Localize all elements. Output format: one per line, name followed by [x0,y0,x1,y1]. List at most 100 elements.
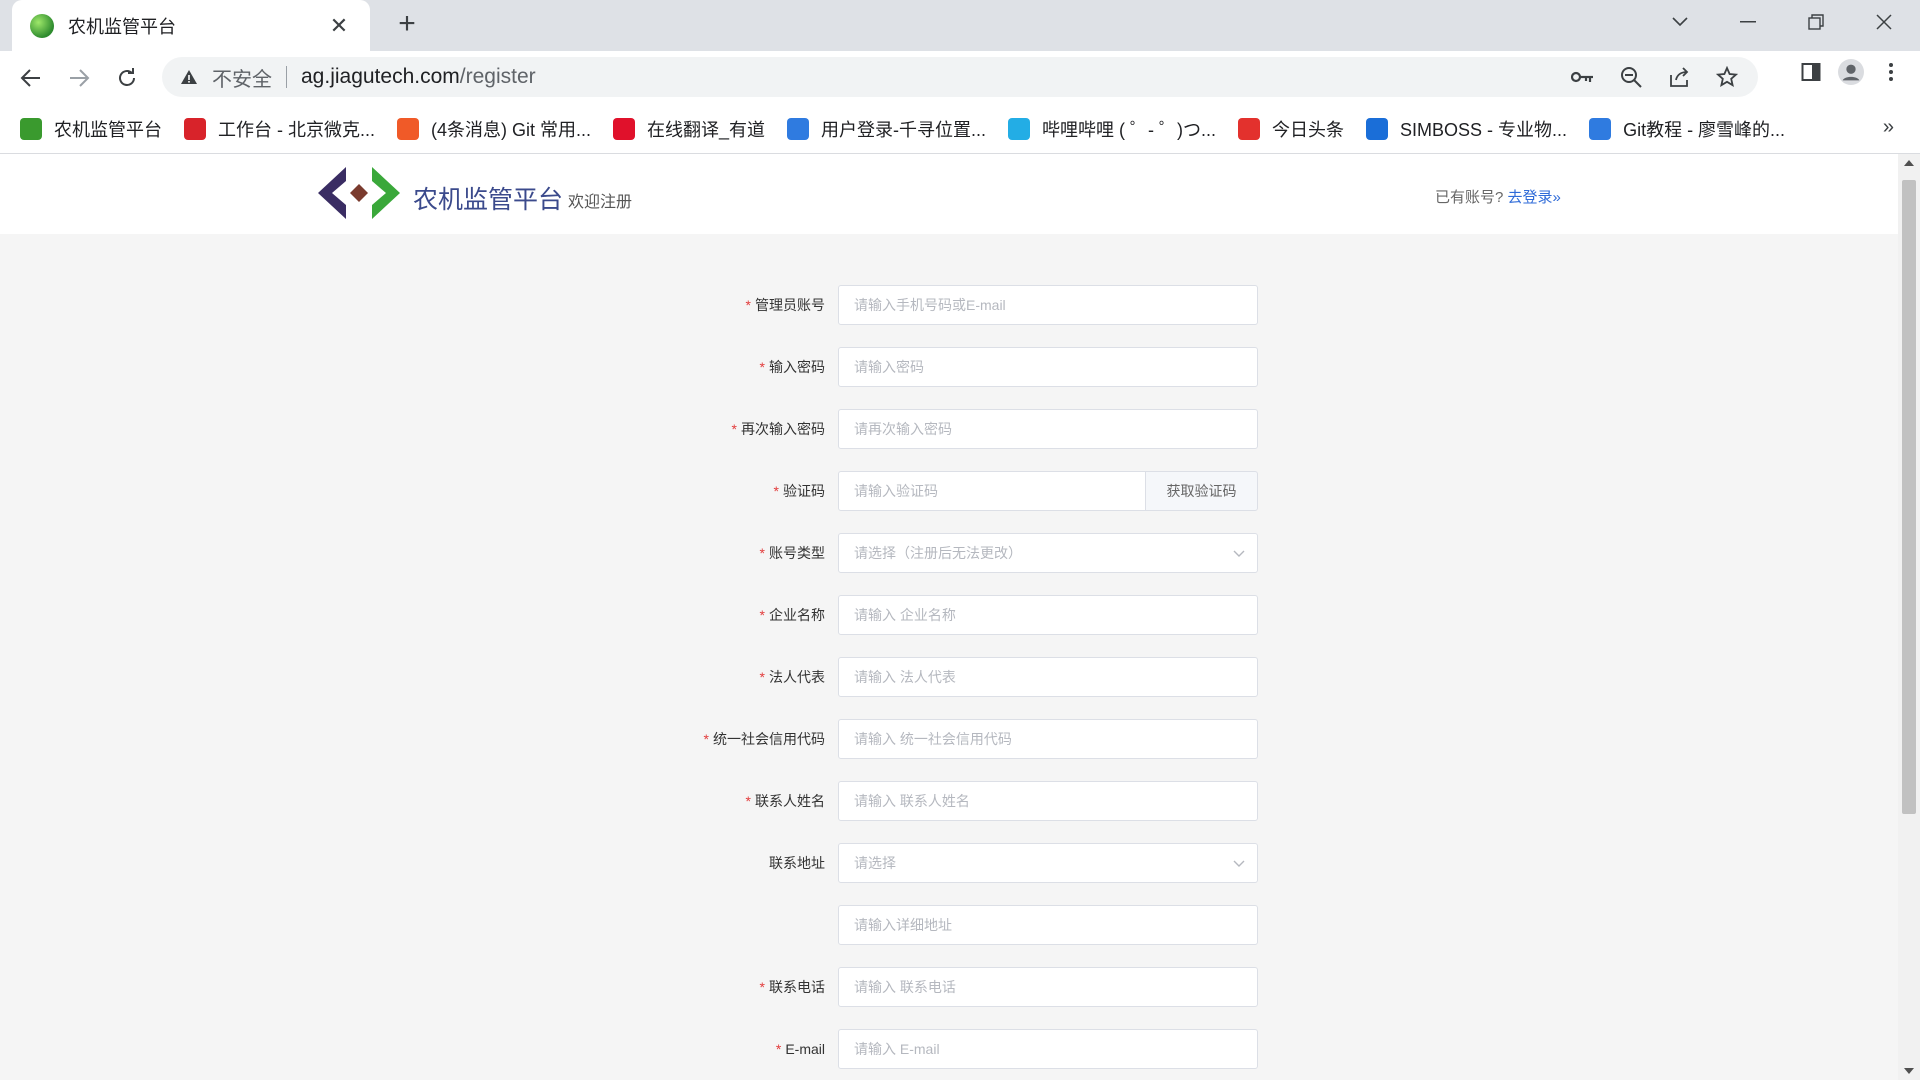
bookmark-item[interactable]: SIMBOSS - 专业物... [1366,116,1567,142]
label-credit-code: * 统一社会信用代码 [704,719,825,759]
captcha-input[interactable] [838,471,1146,511]
address-bar[interactable]: 不安全 ag.jiagutech.com/register [162,57,1758,97]
bookmark-favicon-icon [184,117,206,140]
key-icon[interactable] [1570,64,1596,90]
minimize-icon[interactable] [1714,0,1782,44]
account-type-select[interactable]: 请选择（注册后无法更改） [838,533,1258,573]
row-company-name: * 企业名称 [0,595,1898,635]
password-confirm-input[interactable] [838,409,1258,449]
contact-address-select[interactable]: 请选择 [838,843,1258,883]
required-mark: * [775,1041,782,1057]
login-hint: 已有账号? 去登录» [1435,186,1561,207]
bookmark-label: 在线翻译_有道 [647,119,766,140]
required-mark: * [773,483,779,499]
row-email: * E-mail [0,1029,1898,1069]
admin-account-input[interactable] [838,285,1258,325]
bookmark-favicon-icon [1366,117,1389,140]
label-contact-phone: * 联系电话 [760,967,825,1007]
row-captcha: *验证码 获取验证码 [0,471,1898,511]
scroll-up-icon[interactable] [1898,154,1920,172]
required-mark: * [759,359,765,375]
favicon-icon [30,13,54,38]
label-text: 联系电话 [769,979,825,995]
label-text: 联系人姓名 [755,793,825,809]
company-name-input[interactable] [838,595,1258,635]
row-account-type: * 账号类型 请选择（注册后无法更改） [0,533,1898,573]
label-contact-address: 联系地址 [769,843,825,883]
bookmark-favicon-icon [787,117,810,140]
url-text: ag.jiagutech.com/register [301,65,536,89]
bookmark-item[interactable]: 在线翻译_有道 [613,116,765,142]
contact-phone-input[interactable] [838,967,1258,1007]
required-mark: * [759,979,765,995]
label-text: 统一社会信用代码 [713,731,825,747]
new-tab-button[interactable]: + [390,8,424,42]
page-scrollbar[interactable] [1898,154,1920,1080]
scrollbar-thumb[interactable] [1902,180,1916,814]
bookmark-label: 工作台 - 北京微克... [218,119,375,140]
label-admin-account: * 管理员账号 [746,285,825,325]
bookmark-item[interactable]: Git教程 - 廖雪峰的... [1589,116,1785,142]
login-link[interactable]: 去登录» [1508,189,1561,206]
bookmark-item[interactable]: 今日头条 [1238,116,1344,142]
label-email: * E-mail [776,1029,825,1069]
label-text: 再次输入密码 [741,421,825,437]
detail-address-input[interactable] [838,905,1258,945]
contact-address-placeholder: 请选择 [854,855,896,871]
browser-toolbar: 不安全 ag.jiagutech.com/register [0,51,1920,104]
bookmark-favicon-icon [1589,117,1612,140]
omnibox-actions [1570,57,1740,97]
page-viewport: 农机监管平台 欢迎注册 已有账号? 去登录» *管理员账号 *输入密码 *再次输… [0,154,1898,1080]
site-header: 农机监管平台 欢迎注册 已有账号? 去登录» [0,154,1898,234]
restore-icon[interactable] [1782,0,1850,44]
bookmark-item[interactable]: 工作台 - 北京微克... [184,116,375,142]
contact-name-input[interactable] [838,781,1258,821]
url-path: /register [459,65,536,88]
bookmark-label: 农机监管平台 [54,119,162,140]
share-icon[interactable] [1666,64,1692,90]
bookmark-item[interactable]: 哔哩哔哩 ( ゜- ゜)つ... [1008,116,1216,142]
bookmark-item[interactable]: (4条消息) Git 常用... [397,116,591,142]
profile-avatar[interactable] [1838,59,1864,85]
back-icon[interactable] [12,59,50,97]
tab-active[interactable]: 农机监管平台 ✕ [12,0,370,51]
label-text: 企业名称 [769,607,825,623]
label-text: 法人代表 [769,669,825,685]
row-admin-account: * 管理员账号 [0,285,1898,325]
side-panel-icon[interactable] [1798,59,1824,85]
tab-close-icon[interactable]: ✕ [326,13,352,39]
bookmark-star-icon[interactable] [1714,64,1740,90]
close-window-icon[interactable] [1850,0,1918,44]
bookmark-item[interactable]: 农机监管平台 [20,116,162,142]
scroll-down-icon[interactable] [1898,1062,1920,1080]
email-input[interactable] [838,1029,1258,1069]
bookmark-favicon-icon [397,117,419,140]
required-mark: * [745,297,751,313]
required-mark: * [759,607,765,623]
credit-code-input[interactable] [838,719,1258,759]
label-text: 输入密码 [769,359,825,375]
legal-rep-input[interactable] [838,657,1258,697]
zoom-out-icon[interactable] [1618,64,1644,90]
toolbar-right [1798,59,1904,85]
bookmark-label: SIMBOSS - 专业物... [1400,119,1568,140]
required-mark: * [745,793,751,809]
tab-search-icon[interactable] [1646,0,1714,44]
label-text: 验证码 [783,483,825,499]
bookmark-item[interactable]: 用户登录-千寻位置... [787,116,986,142]
label-password-confirm: * 再次输入密码 [732,409,825,449]
menu-kebab-icon[interactable] [1878,59,1904,85]
bookmarks-more-icon[interactable]: » [1883,116,1894,139]
account-type-placeholder: 请选择（注册后无法更改） [854,545,1022,561]
bookmark-label: 今日头条 [1272,119,1345,140]
forward-icon[interactable] [60,59,98,97]
row-credit-code: * 统一社会信用代码 [0,719,1898,759]
brand-title: 农机监管平台 [413,186,564,214]
url-separator [286,66,287,88]
get-captcha-button[interactable]: 获取验证码 [1145,471,1258,511]
label-text: E-mail [785,1041,825,1057]
password-input[interactable] [838,347,1258,387]
logo-icon [318,167,400,219]
reload-icon[interactable] [108,59,146,97]
required-mark: * [759,669,765,685]
